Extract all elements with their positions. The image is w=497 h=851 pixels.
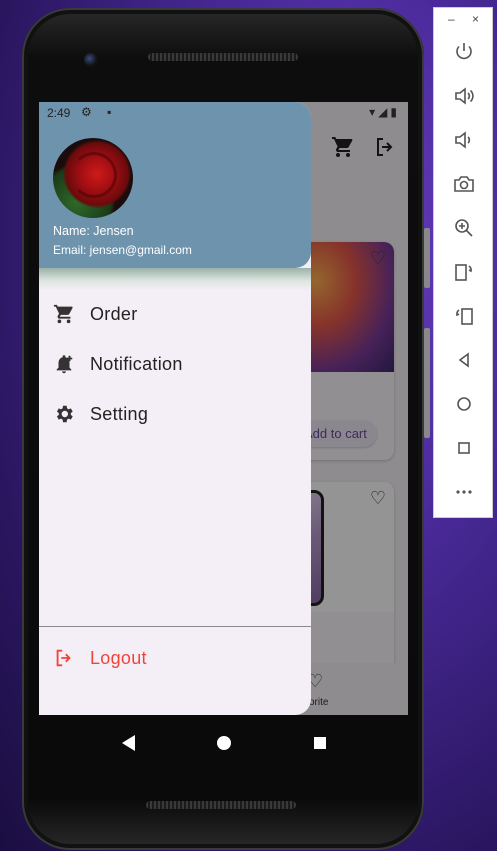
gear-icon (56, 405, 73, 423)
drawer-item-setting[interactable]: Setting (39, 390, 311, 438)
cart-icon (53, 304, 73, 324)
power-icon[interactable] (452, 40, 476, 64)
header-shadow (39, 268, 311, 290)
overview-icon[interactable] (452, 436, 476, 460)
drawer-item-label: Order (90, 303, 138, 324)
back-icon[interactable] (452, 348, 476, 372)
front-camera (84, 53, 98, 67)
drawer-header: 2:49 ⚙ ▪ Name: Jensen Email: jensen@gmai… (39, 102, 311, 268)
status-bar: 2:49 ⚙ ▪ (39, 102, 311, 124)
volume-down-icon[interactable] (452, 128, 476, 152)
phone-volume-button (424, 328, 430, 438)
emulator-toolbar: – × (433, 7, 493, 518)
top-speaker (148, 53, 298, 61)
status-time: 2:49 (47, 106, 71, 120)
user-name: Name: Jensen (53, 224, 134, 238)
close-button[interactable]: × (472, 12, 479, 26)
status-system-icons: ▾◢▮ (369, 105, 400, 119)
drawer-item-label: Notification (90, 353, 183, 374)
logout-label: Logout (90, 647, 147, 668)
zoom-icon[interactable] (452, 216, 476, 240)
rotate-right-icon[interactable] (452, 304, 476, 328)
drawer-item-order[interactable]: Order (39, 290, 311, 338)
system-navigation-bar (39, 715, 408, 771)
logout-icon (56, 649, 71, 667)
status-notification-icons: ⚙ ▪ (81, 105, 118, 119)
camera-icon[interactable] (452, 172, 476, 196)
bell-add-icon (56, 355, 73, 374)
drawer-divider (39, 626, 311, 627)
home-icon[interactable] (217, 736, 231, 750)
more-icon[interactable] (452, 480, 476, 504)
bottom-speaker (146, 801, 296, 809)
phone-side-button (424, 228, 430, 288)
user-email: Email: jensen@gmail.com (53, 243, 192, 257)
navigation-drawer: 2:49 ⚙ ▪ Name: Jensen Email: jensen@gmai… (39, 102, 311, 715)
home-icon[interactable] (452, 392, 476, 416)
volume-up-icon[interactable] (452, 84, 476, 108)
drawer-item-logout[interactable]: Logout (39, 634, 311, 682)
drawer-item-notification[interactable]: Notification (39, 340, 311, 388)
phone-screen: ♡ ro Add to cart ♡ ro ♡ orite 2:49 (39, 102, 408, 715)
overview-icon[interactable] (313, 737, 326, 749)
minimize-button[interactable]: – (448, 12, 455, 26)
rose-swirl (71, 152, 117, 198)
user-avatar (53, 138, 133, 218)
rotate-left-icon[interactable] (452, 260, 476, 284)
back-icon[interactable] (121, 735, 135, 751)
phone-frame: ♡ ro Add to cart ♡ ro ♡ orite 2:49 (22, 8, 430, 850)
drawer-item-label: Setting (90, 403, 149, 424)
